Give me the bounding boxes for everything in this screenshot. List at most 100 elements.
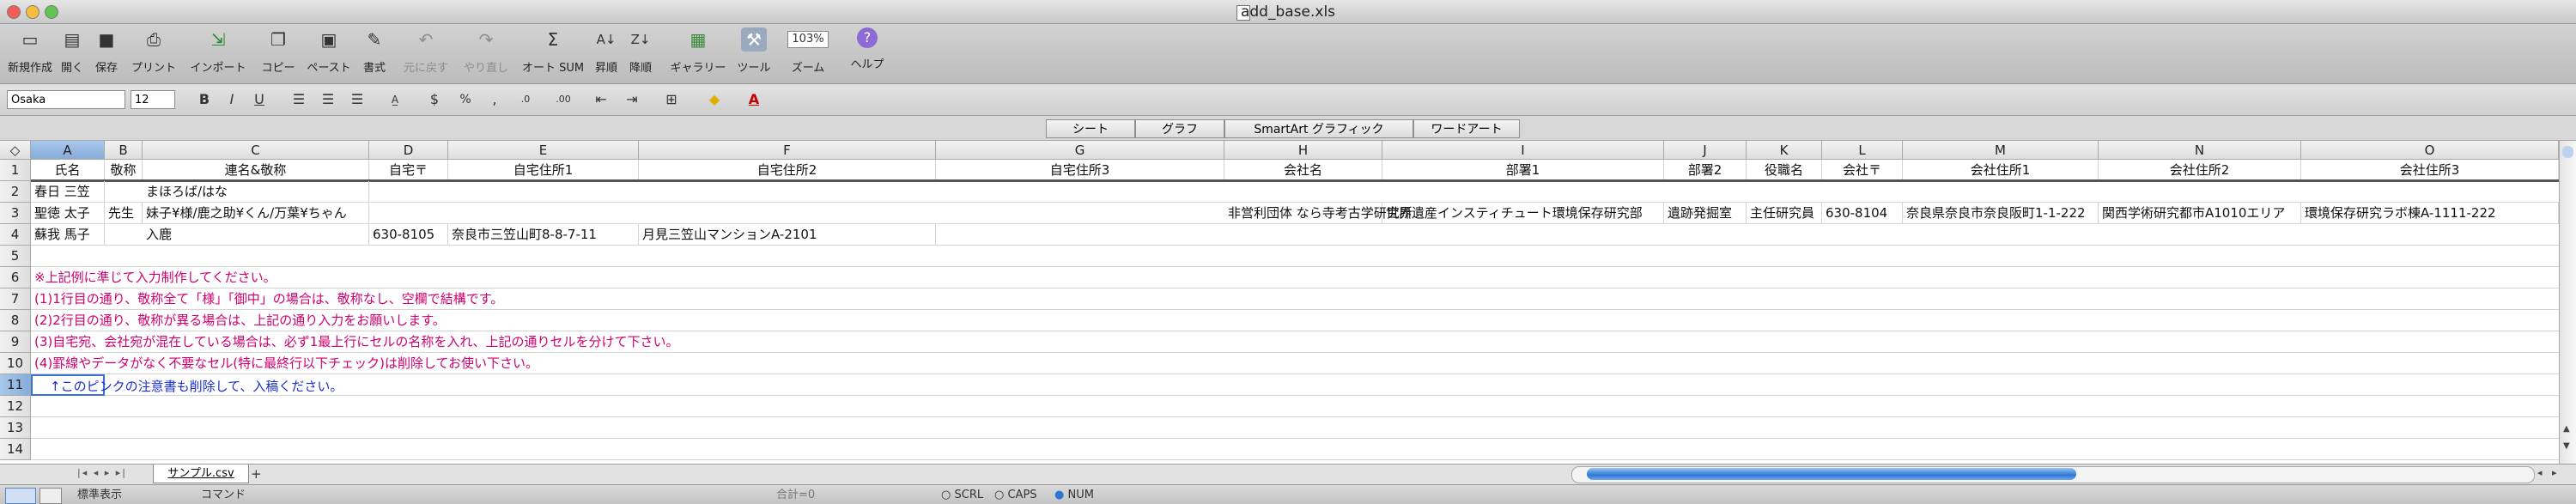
toolbox-button[interactable]: ⚒ ツール (733, 27, 775, 81)
add-sheet-button[interactable]: + (251, 466, 262, 482)
cell-L1[interactable]: 会社〒 (1822, 160, 1903, 181)
cell-O1[interactable]: 会社住所3 (2301, 160, 2559, 181)
cell-M1[interactable]: 会社住所1 (1903, 160, 2099, 181)
scroll-down-icon[interactable]: ▼ (2563, 441, 2570, 451)
italic-icon[interactable]: I (222, 90, 242, 109)
increase-decimal-icon[interactable]: .0 (515, 90, 536, 109)
cell-H1[interactable]: 会社名 (1224, 160, 1382, 181)
cell-C3[interactable]: 妹子¥様/鹿之助¥くん/万葉¥ちゃん (143, 203, 369, 224)
outdent-icon[interactable]: ⇤ (591, 90, 611, 109)
cell-E1[interactable]: 自宅住所1 (448, 160, 639, 181)
row-header[interactable]: 14 (0, 439, 31, 460)
cell-C1[interactable]: 連名&敬称 (143, 160, 369, 181)
tab-nav-arrows-icon[interactable]: |◂ ◂ ▸ ▸| (77, 467, 127, 478)
note-line[interactable]: ※上記例に準じて入力制作してください。 (31, 267, 276, 288)
row-header[interactable]: 5 (0, 246, 31, 267)
note-line[interactable]: (3)自宅宛、会社宛が混在している場合は、必ず1最上行にセルの名称を入れ、上記の… (31, 331, 679, 353)
font-color-icon[interactable]: A (744, 90, 764, 109)
align-center-icon[interactable]: ☰ (318, 90, 338, 109)
undo-button[interactable]: ↶ 元に戻す (397, 27, 455, 81)
cell-D1[interactable]: 自宅〒 (369, 160, 448, 181)
comma-icon[interactable]: , (484, 90, 505, 109)
borders-icon[interactable]: ⊞ (661, 90, 682, 109)
column-header[interactable]: E (448, 141, 639, 160)
row-header[interactable]: 4 (0, 224, 31, 246)
row-header[interactable]: 10 (0, 353, 31, 374)
cell-J3[interactable]: 遺跡発掘室 (1664, 203, 1747, 224)
font-size-select[interactable]: 12 (131, 90, 175, 109)
print-button[interactable]: ⎙ プリント (127, 27, 180, 81)
row-header[interactable]: 7 (0, 288, 31, 310)
column-header[interactable]: D (369, 141, 448, 160)
column-header[interactable]: H (1224, 141, 1382, 160)
save-button[interactable]: ■ 保存 (91, 27, 122, 81)
cell-K1[interactable]: 役職名 (1747, 160, 1822, 181)
tab-smartart[interactable]: SmartArt グラフィック (1224, 119, 1413, 138)
format-painter-button[interactable]: ✎ 書式 (359, 27, 390, 81)
autosum-button[interactable]: Σ オート SUM (519, 27, 587, 81)
new-button[interactable]: ▭ 新規作成 (5, 27, 55, 81)
scroll-right-icon[interactable]: ▸ (2552, 467, 2557, 478)
cell-B3[interactable]: 先生 (105, 203, 143, 224)
close-window-icon[interactable] (7, 5, 21, 19)
tab-sheet[interactable]: シート (1046, 119, 1135, 138)
cell-H3[interactable]: 非営利団体 なら寺考古学研究所 (1224, 203, 1413, 224)
column-header[interactable]: B (105, 141, 143, 160)
indent-icon[interactable]: ⇥ (622, 90, 642, 109)
zoom-control[interactable]: 103% ズーム (778, 27, 838, 81)
paste-button[interactable]: ▣ ペースト (302, 27, 355, 81)
column-header[interactable]: I (1382, 141, 1664, 160)
cell-C2[interactable]: まほろば/はな (143, 181, 369, 203)
cell-O3[interactable]: 環境保存研究ラボ棟A-1111-222 (2301, 203, 2559, 224)
cell-E4[interactable]: 奈良市三笠山町8-8-7-11 (448, 224, 639, 246)
cell-C4[interactable]: 入鹿 (143, 224, 369, 246)
cell-I1[interactable]: 部署1 (1382, 160, 1664, 181)
row-header[interactable]: 8 (0, 310, 31, 331)
cell-I3[interactable]: 世界遺産インスティチュート環境保存研究部 (1382, 203, 1664, 224)
font-name-select[interactable]: Osaka (7, 90, 125, 109)
cell-G1[interactable]: 自宅住所3 (936, 160, 1224, 181)
row-header[interactable]: 11 (0, 374, 31, 396)
cell-B1[interactable]: 敬称 (105, 160, 143, 181)
cell-L3[interactable]: 630-8104 (1822, 203, 1903, 224)
zoom-window-icon[interactable] (45, 5, 58, 19)
column-header[interactable]: K (1747, 141, 1822, 160)
column-header[interactable]: F (639, 141, 936, 160)
sort-descending-button[interactable]: Z↓ 降順 (625, 27, 656, 81)
row-header[interactable]: 2 (0, 181, 31, 203)
gallery-button[interactable]: ▦ ギャラリー (666, 27, 730, 81)
row-header[interactable]: 6 (0, 267, 31, 288)
cell-A4[interactable]: 蘇我 馬子 (31, 224, 105, 246)
cell-D4[interactable]: 630-8105 (369, 224, 448, 246)
normal-view-button[interactable] (5, 488, 36, 504)
shrink-text-icon[interactable]: A̲ (385, 90, 405, 109)
column-header[interactable]: N (2099, 141, 2301, 160)
page-layout-view-button[interactable] (39, 488, 62, 504)
fill-color-icon[interactable]: ◆ (704, 90, 725, 109)
cell-F4[interactable]: 月見三笠山マンションA-2101 (639, 224, 936, 246)
column-header[interactable]: L (1822, 141, 1903, 160)
spreadsheet-grid[interactable]: ◇ A B C D E F G H I J K L M N O 1 2 3 4 … (0, 141, 2559, 464)
scroll-left-icon[interactable]: ◂ (2537, 467, 2543, 478)
column-header[interactable]: J (1664, 141, 1747, 160)
cell-M3[interactable]: 奈良県奈良市奈良阪町1-1-222 (1903, 203, 2099, 224)
cell-F1[interactable]: 自宅住所2 (639, 160, 936, 181)
column-header[interactable]: G (936, 141, 1224, 160)
column-header[interactable]: M (1903, 141, 2099, 160)
cell-K3[interactable]: 主任研究員 (1747, 203, 1822, 224)
sort-ascending-button[interactable]: A↓ 昇順 (591, 27, 622, 81)
cell-A1[interactable]: 氏名 (31, 160, 105, 181)
decrease-decimal-icon[interactable]: .00 (553, 90, 574, 109)
import-button[interactable]: ⇲ インポート (185, 27, 251, 81)
copy-button[interactable]: ❐ コピー (258, 27, 299, 81)
scroll-thumb[interactable] (2562, 146, 2573, 158)
cell-A2[interactable]: 春日 三笠 (31, 181, 105, 203)
cell-N1[interactable]: 会社住所2 (2099, 160, 2301, 181)
align-right-icon[interactable]: ☰ (347, 90, 368, 109)
cell-A11-selected[interactable]: ↑このピンクの注意書も削除して、入稿ください。 (31, 374, 343, 396)
percent-icon[interactable]: % (455, 90, 476, 109)
tab-chart[interactable]: グラフ (1135, 119, 1224, 138)
redo-button[interactable]: ↷ やり直し (457, 27, 515, 81)
row-header[interactable]: 1 (0, 160, 31, 181)
currency-icon[interactable]: $ (424, 90, 445, 109)
